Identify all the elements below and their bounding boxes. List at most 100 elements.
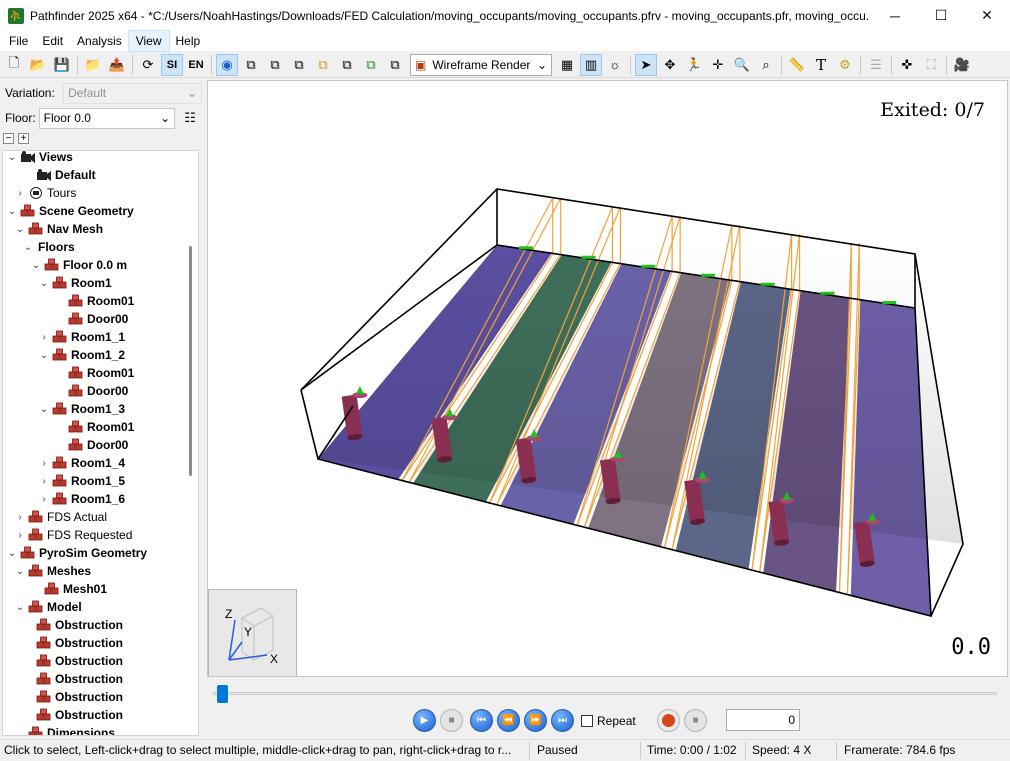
exit-door-marker[interactable] [760,282,775,286]
minimize-button[interactable]: ─ [872,0,918,31]
tree-item[interactable]: ⌄ Floor 0.0 m [30,256,127,274]
tree-item[interactable]: Obstruction [22,634,123,652]
exit-door-marker[interactable] [641,264,656,268]
repeat-checkbox[interactable]: Repeat [581,714,636,728]
tree-item[interactable]: Room01 [54,418,134,436]
chevron-down-icon[interactable]: ⌄ [6,152,18,163]
tree-item[interactable]: ⌄ Room1_3 [38,400,125,418]
exit-door-marker[interactable] [820,291,835,295]
select-tool-icon[interactable]: ➤ [635,53,657,76]
variation-dropdown[interactable]: Default ⌄ [63,82,202,104]
chevron-down-icon[interactable]: ⌄ [14,602,26,613]
settings-gear-icon[interactable]: ⚙ [834,54,856,76]
chevron-right-icon[interactable]: › [14,530,26,541]
floor-settings-icon[interactable]: ☷ [179,107,201,129]
chevron-right-icon[interactable]: › [14,188,26,199]
chevron-right-icon[interactable]: › [38,494,50,505]
tree-item[interactable]: › Room1_1 [38,328,125,346]
exit-door-marker[interactable] [518,246,533,250]
render-mode-dropdown[interactable]: ▣ Wireframe Render ⌄ [410,53,552,76]
chevron-down-icon[interactable]: ⌄ [22,242,34,253]
view-back-icon[interactable]: ⧉ [288,54,310,76]
tree-item[interactable]: Door00 [54,436,128,454]
tree-item[interactable]: Default [22,166,96,184]
timeline-slider[interactable] [213,683,1000,703]
expand-all-icon[interactable]: + [18,133,29,144]
record-movie-icon[interactable]: 🎥 [951,54,973,76]
chevron-down-icon[interactable]: ⌄ [14,224,26,235]
tree-item[interactable]: Mesh01 [30,580,107,598]
open-folder-icon[interactable]: 📂 [27,54,49,76]
tree-item[interactable]: ⌄ Room1_2 [38,346,125,364]
open-results-icon[interactable]: 📁 [82,54,104,76]
chevron-right-icon[interactable]: › [38,458,50,469]
tree-item[interactable]: Room01 [54,292,134,310]
frame-input[interactable]: 0 [726,709,800,731]
menu-view[interactable]: View [127,30,170,52]
chevron-right-icon[interactable]: › [14,512,26,523]
tree-item[interactable]: Room01 [54,364,134,382]
menu-file[interactable]: File [2,31,35,51]
tree-item[interactable]: Door00 [54,382,128,400]
tree-item[interactable]: › Room1_4 [38,454,125,472]
chevron-right-icon[interactable]: › [38,332,50,343]
zoom-box-tool-icon[interactable]: ⌕ [755,54,777,76]
close-button[interactable]: ✕ [964,0,1010,31]
tree-item[interactable]: Door00 [54,310,128,328]
exit-door-marker[interactable] [581,255,596,259]
menu-analysis[interactable]: Analysis [70,31,129,51]
view-front-icon[interactable]: ⧉ [264,54,286,76]
view-iso-icon[interactable]: ⧉ [384,54,406,76]
tree-item[interactable]: ⌄ PyroSim Geometry [6,544,147,562]
tree-item[interactable]: ⌄ Scene Geometry [6,202,134,220]
fit-view-icon[interactable]: ⛶ [920,54,942,76]
view-left-icon[interactable]: ⧉ [312,54,334,76]
tree-item[interactable]: ⌄ Views [6,151,73,166]
tree-item[interactable]: ⌄ Floors [22,238,75,256]
snap-grid-icon[interactable]: ✜ [896,54,918,76]
step-back-button[interactable]: ⏪ [497,709,520,732]
new-file-icon[interactable]: 🗋 [3,54,25,76]
tree-item[interactable]: ⌄ Meshes [14,562,91,580]
tree-item[interactable]: Obstruction [22,688,123,706]
chevron-down-icon[interactable]: ⌄ [6,206,18,217]
tree-item[interactable]: Obstruction [22,670,123,688]
exit-door-marker[interactable] [701,273,716,277]
timeline-thumb[interactable] [217,685,228,703]
menu-help[interactable]: Help [169,31,208,51]
chevron-down-icon[interactable]: ⌄ [38,278,50,289]
pan-tool-icon[interactable]: ✛ [707,54,729,76]
tree-item[interactable]: Obstruction [22,616,123,634]
save-icon[interactable]: 💾 [51,54,73,76]
maximize-button[interactable]: ☐ [918,0,964,31]
measure-tool-icon[interactable]: 📏 [786,54,808,76]
play-button[interactable]: ▶ [413,709,436,732]
record-button[interactable] [657,709,680,732]
tree-item[interactable]: › FDS Actual [14,508,107,526]
collapse-all-icon[interactable]: − [3,133,14,144]
step-forward-button[interactable]: ⏩ [524,709,547,732]
orbit-tool-icon[interactable]: ✥ [659,54,681,76]
view-right-icon[interactable]: ⧉ [336,54,358,76]
text-tool-icon[interactable]: T [810,54,832,76]
en-units-button[interactable]: EN [185,54,207,76]
skip-to-end-button[interactable]: ⏭ [551,709,574,732]
chevron-down-icon[interactable]: ⌄ [38,350,50,361]
tree-item[interactable]: › FDS Requested [14,526,132,544]
si-units-button[interactable]: SI [161,53,183,76]
tree-item[interactable]: ⌄ Model [14,598,82,616]
show-terrain-icon[interactable]: ☼ [604,54,626,76]
tree-item[interactable]: ⌄ Room1 [38,274,112,292]
chevron-down-icon[interactable]: ⌄ [14,566,26,577]
view-top-icon[interactable]: ⧉ [240,54,262,76]
align-tool-icon[interactable]: ☰ [865,54,887,76]
refresh-results-icon[interactable]: ⟳ [137,54,159,76]
show-geometry-icon[interactable]: ▥ [580,53,602,76]
zoom-tool-icon[interactable]: 🔍 [731,54,753,76]
skip-to-start-button[interactable]: ⏮ [470,709,493,732]
chevron-down-icon[interactable]: ⌄ [30,260,42,271]
walk-tool-icon[interactable]: 🏃 [683,54,705,76]
stop-button[interactable]: ■ [440,709,463,732]
tree-item[interactable]: › Room1_5 [38,472,125,490]
3d-viewport[interactable]: Exited: 0/7 0.0 Z Y X [207,80,1008,677]
